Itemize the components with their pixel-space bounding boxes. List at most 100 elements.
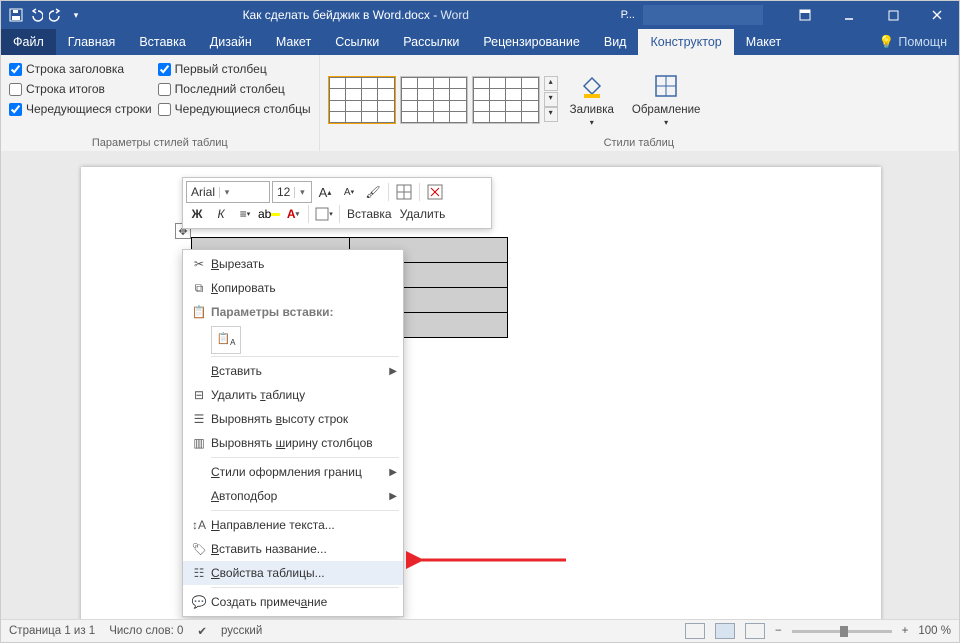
ribbon: Строка заголовка Строка итогов Чередующи… bbox=[1, 55, 959, 152]
view-web-icon[interactable] bbox=[745, 623, 765, 639]
tab-references[interactable]: Ссылки bbox=[323, 29, 391, 55]
chk-first-col[interactable]: Первый столбец bbox=[158, 59, 311, 79]
shading-button[interactable]: Заливка ▾ bbox=[564, 66, 620, 131]
ctx-paste-header: 📋Параметры вставки: bbox=[183, 300, 403, 324]
delete-menu-button[interactable]: Удалить bbox=[397, 203, 449, 225]
group-label: Параметры стилей таблиц bbox=[9, 137, 311, 151]
font-combo[interactable]: Arial▾ bbox=[186, 181, 270, 203]
table-style-2[interactable] bbox=[400, 76, 468, 124]
borders-icon bbox=[650, 70, 682, 102]
ctx-border-styles[interactable]: Стили оформления границ▶ bbox=[183, 460, 403, 484]
proofing-icon[interactable]: ✔ bbox=[197, 624, 207, 638]
zoom-out-button[interactable]: − bbox=[775, 625, 782, 637]
ctx-delete-table[interactable]: ⊟Удалить таблицу bbox=[183, 383, 403, 407]
ctx-table-properties[interactable]: ☷Свойства таблицы... bbox=[183, 561, 403, 585]
status-page[interactable]: Страница 1 из 1 bbox=[9, 625, 95, 637]
bulb-icon: 💡 bbox=[879, 35, 895, 50]
ctx-autofit[interactable]: Автоподбор▶ bbox=[183, 484, 403, 508]
tab-layout[interactable]: Макет bbox=[264, 29, 323, 55]
table-style-3[interactable] bbox=[472, 76, 540, 124]
maximize-button[interactable] bbox=[871, 1, 915, 29]
gallery-more-icon[interactable]: ▾ bbox=[544, 107, 558, 122]
caption-icon: 🏷 bbox=[187, 542, 211, 556]
ctx-cut[interactable]: ✂Вырезать bbox=[183, 252, 403, 276]
dist-cols-icon: ▥ bbox=[187, 436, 211, 450]
close-button[interactable] bbox=[915, 1, 959, 29]
chk-header-row[interactable]: Строка заголовка bbox=[9, 59, 152, 79]
ribbon-tabs: Файл Главная Вставка Дизайн Макет Ссылки… bbox=[1, 29, 959, 55]
title-bar: ▾ Как сделать бейджик в Word.docx - Word… bbox=[1, 1, 959, 29]
submenu-arrow-icon: ▶ bbox=[389, 467, 397, 478]
ctx-distribute-cols[interactable]: ▥Выровнять ширину столбцов bbox=[183, 431, 403, 455]
tab-review[interactable]: Рецензирование bbox=[471, 29, 592, 55]
status-bar: Страница 1 из 1 Число слов: 0 ✔ русский … bbox=[1, 619, 959, 642]
ctx-distribute-rows[interactable]: ☰Выровнять высоту строк bbox=[183, 407, 403, 431]
group-label-styles: Стили таблиц bbox=[328, 137, 950, 151]
bold-button[interactable]: Ж bbox=[186, 203, 208, 225]
tab-view[interactable]: Вид bbox=[592, 29, 639, 55]
scissors-icon: ✂ bbox=[187, 257, 211, 271]
doc-title: Как сделать бейджик в Word.docx bbox=[243, 8, 430, 22]
delete-cells-icon[interactable] bbox=[424, 181, 446, 203]
tab-home[interactable]: Главная bbox=[56, 29, 128, 55]
save-icon[interactable] bbox=[9, 8, 23, 22]
chk-total-row[interactable]: Строка итогов bbox=[9, 79, 152, 99]
insert-cells-icon[interactable] bbox=[393, 181, 415, 203]
ribbon-display-button[interactable] bbox=[783, 1, 827, 29]
chk-banded-rows[interactable]: Чередующиеся строки bbox=[9, 99, 152, 119]
italic-button[interactable]: К bbox=[210, 203, 232, 225]
ctx-copy[interactable]: ⧉Копировать bbox=[183, 276, 403, 300]
submenu-arrow-icon: ▶ bbox=[389, 366, 397, 377]
zoom-value[interactable]: 100 % bbox=[918, 625, 951, 637]
undo-icon[interactable] bbox=[29, 8, 43, 22]
paste-option-default[interactable]: 📋A bbox=[211, 326, 241, 354]
view-read-icon[interactable] bbox=[685, 623, 705, 639]
view-print-icon[interactable] bbox=[715, 623, 735, 639]
font-size-combo[interactable]: 12▾ bbox=[272, 181, 312, 203]
submenu-arrow-icon: ▶ bbox=[389, 491, 397, 502]
ctx-new-comment[interactable]: 💬Создать примечание bbox=[183, 590, 403, 614]
status-language[interactable]: русский bbox=[221, 625, 262, 637]
table-styles-gallery[interactable]: ▴ ▾ ▾ bbox=[328, 72, 558, 124]
shrink-font-icon[interactable]: A▾ bbox=[338, 181, 360, 203]
tab-file[interactable]: Файл bbox=[1, 29, 56, 55]
align-button[interactable]: ≡▾ bbox=[234, 203, 256, 225]
chk-last-col[interactable]: Последний столбец bbox=[158, 79, 311, 99]
account-label[interactable]: Р... bbox=[621, 9, 635, 21]
highlight-button[interactable]: ab bbox=[258, 203, 280, 225]
comment-icon: 💬 bbox=[187, 595, 211, 609]
zoom-slider[interactable] bbox=[792, 630, 892, 633]
tab-design[interactable]: Дизайн bbox=[198, 29, 264, 55]
redo-icon[interactable] bbox=[49, 8, 63, 22]
tab-table-design[interactable]: Конструктор bbox=[638, 29, 733, 55]
table-style-1[interactable] bbox=[328, 76, 396, 124]
group-table-styles: ▴ ▾ ▾ Заливка ▾ Обрамление ▾ Стили табли… bbox=[320, 55, 959, 151]
zoom-in-button[interactable]: + bbox=[902, 625, 909, 637]
ctx-insert[interactable]: Вставить▶ bbox=[183, 359, 403, 383]
status-words[interactable]: Число слов: 0 bbox=[109, 625, 183, 637]
tab-table-layout[interactable]: Макет bbox=[734, 29, 793, 55]
qat-dropdown-icon[interactable]: ▾ bbox=[69, 8, 83, 22]
mini-toolbar: Arial▾ 12▾ A▴ A▾ 🖌 Ж К ≡▾ ab A▾ ▾ Вставк… bbox=[182, 177, 492, 229]
grow-font-icon[interactable]: A▴ bbox=[314, 181, 336, 203]
gallery-down-icon[interactable]: ▾ bbox=[544, 92, 558, 107]
font-color-button[interactable]: A▾ bbox=[282, 203, 304, 225]
insert-menu-button[interactable]: Вставка bbox=[344, 203, 395, 225]
minimize-button[interactable] bbox=[827, 1, 871, 29]
tab-mailings[interactable]: Рассылки bbox=[391, 29, 471, 55]
chk-banded-cols[interactable]: Чередующиеся столбцы bbox=[158, 99, 311, 119]
gallery-up-icon[interactable]: ▴ bbox=[544, 76, 558, 91]
ctx-insert-caption[interactable]: 🏷Вставить название... bbox=[183, 537, 403, 561]
border-button[interactable]: ▾ bbox=[313, 203, 335, 225]
ctx-text-direction[interactable]: ↕AНаправление текста... bbox=[183, 513, 403, 537]
format-painter-icon[interactable]: 🖌 bbox=[362, 181, 384, 203]
delete-table-icon: ⊟ bbox=[187, 388, 211, 402]
dist-rows-icon: ☰ bbox=[187, 412, 211, 426]
properties-icon: ☷ bbox=[187, 566, 211, 580]
tell-me[interactable]: 💡Помощн bbox=[867, 29, 959, 55]
borders-button[interactable]: Обрамление ▾ bbox=[626, 66, 707, 131]
account-area[interactable] bbox=[643, 5, 763, 25]
copy-icon: ⧉ bbox=[187, 281, 211, 296]
tab-insert[interactable]: Вставка bbox=[127, 29, 197, 55]
bucket-icon bbox=[576, 70, 608, 102]
